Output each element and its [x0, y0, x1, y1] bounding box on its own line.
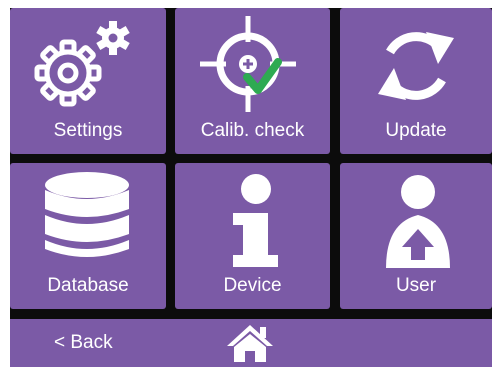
settings-label: Settings [53, 120, 123, 141]
refresh-icon [378, 32, 454, 100]
settings-tile[interactable]: Settings [10, 8, 166, 154]
user-label: User [395, 275, 437, 296]
menu-screen: Settings Calib. check Update Database De… [10, 8, 492, 367]
back-button[interactable]: < Back [54, 319, 134, 367]
update-tile[interactable]: Update [340, 8, 492, 154]
calib-check-label: Calib. check [200, 120, 305, 141]
device-label: Device [223, 275, 282, 296]
database-icon [45, 172, 129, 257]
user-tile[interactable]: User [340, 163, 492, 309]
update-label: Update [385, 120, 447, 141]
database-label: Database [47, 275, 129, 296]
info-icon [233, 174, 278, 267]
database-tile[interactable]: Database [10, 163, 166, 309]
gears-icon [34, 21, 130, 107]
device-tile[interactable]: Device [175, 163, 330, 309]
home-button[interactable] [224, 322, 276, 364]
user-upload-icon [386, 175, 450, 268]
home-icon [227, 325, 273, 362]
calib-check-tile[interactable]: Calib. check [175, 8, 330, 154]
bottom-bar: < Back [10, 319, 492, 367]
crosshair-check-icon [200, 16, 296, 112]
